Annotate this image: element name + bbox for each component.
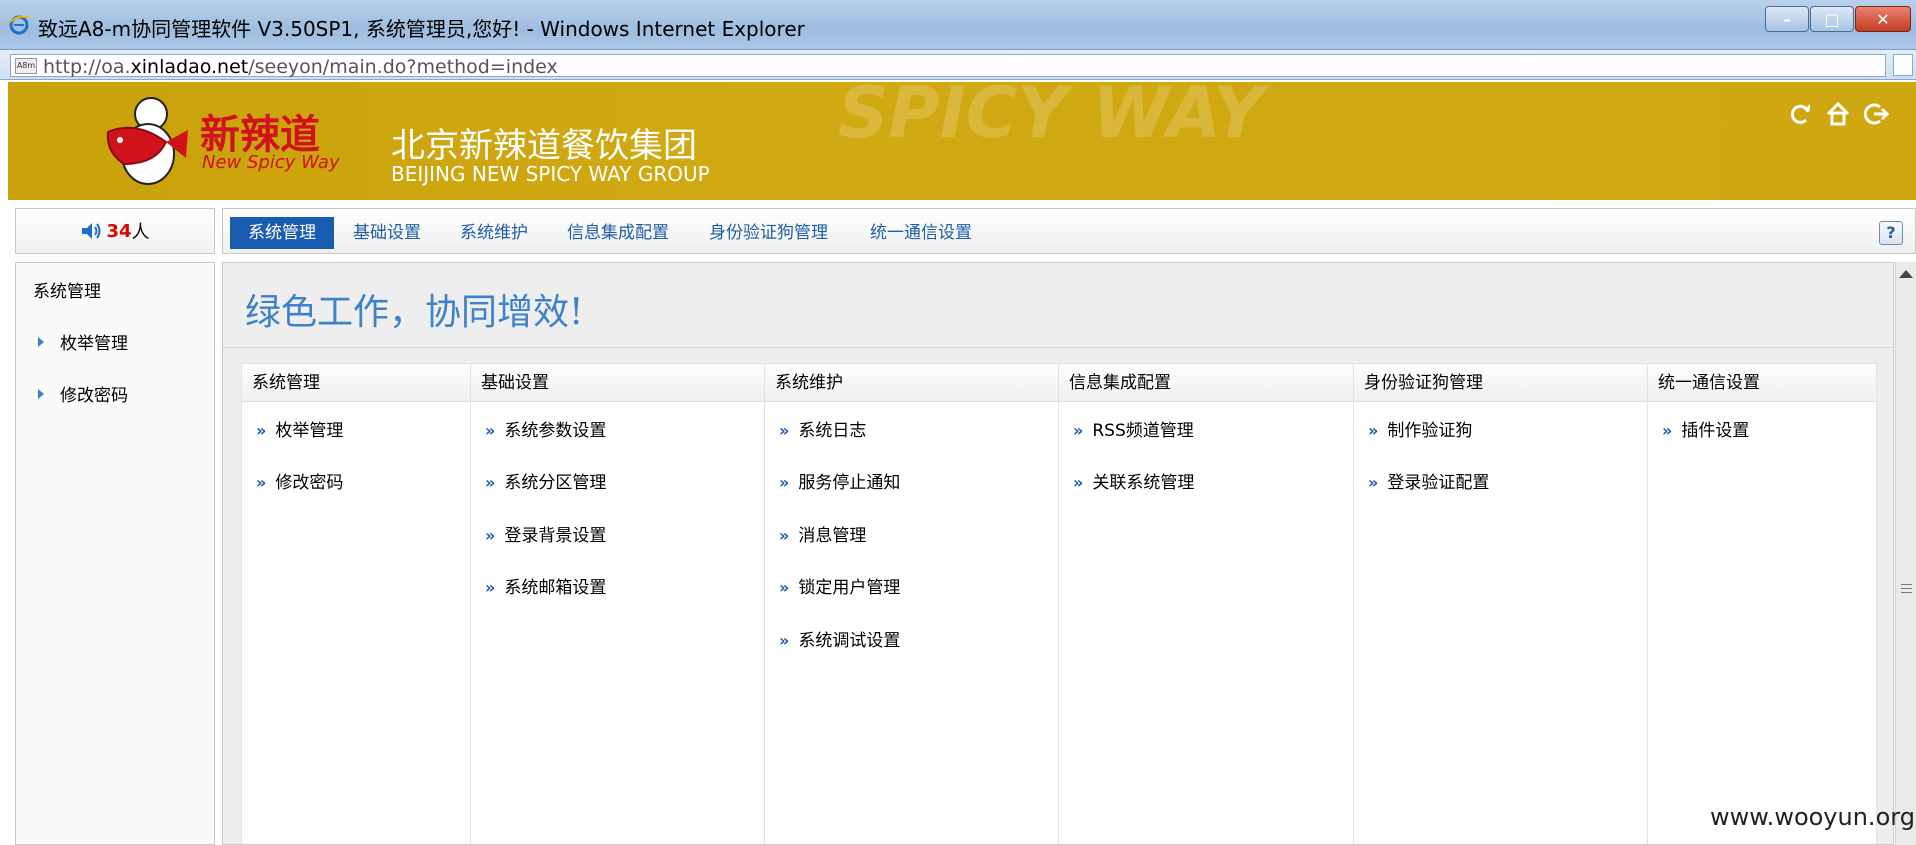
home-icon[interactable] (1824, 100, 1852, 128)
favicon-icon: A8m (15, 58, 37, 74)
compat-view-button[interactable] (1893, 54, 1913, 76)
function-grid: 系统管理 » 枚举管理 » 修改密码 基础设置 » 系统参数设置 » 系统分区管理 » 登… (241, 363, 1877, 844)
online-count: 34 (106, 220, 132, 242)
column-basic-settings: 基础设置 » 系统参数设置 » 系统分区管理 » 登录背景设置 » 系统邮箱设置 (471, 364, 765, 844)
column-header: 统一通信设置 (1648, 364, 1876, 402)
sidebar: 系统管理 枚举管理 修改密码 (15, 262, 215, 845)
sidebar-title: 系统管理 (33, 282, 101, 302)
link-debug-settings[interactable]: » 系统调试设置 (779, 626, 900, 651)
tab-system-maintenance[interactable]: 系统维护 (460, 217, 528, 249)
logo-mascot-icon (106, 97, 188, 185)
column-header: 基础设置 (471, 364, 764, 402)
tab-auth-dongle[interactable]: 身份验证狗管理 (709, 217, 828, 249)
column-header: 系统管理 (242, 364, 470, 402)
link-rss-channels[interactable]: » RSS频道管理 (1073, 416, 1194, 441)
link-change-password[interactable]: » 修改密码 (256, 468, 343, 493)
online-unit: 人 (131, 222, 150, 243)
watermark: www.wooyun.org (1710, 803, 1915, 831)
column-header: 信息集成配置 (1059, 364, 1353, 402)
link-system-mailbox[interactable]: » 系统邮箱设置 (485, 573, 606, 598)
link-service-stop-notice[interactable]: » 服务停止通知 (779, 468, 900, 493)
minimize-button[interactable]: – (1765, 6, 1809, 32)
link-login-background[interactable]: » 登录背景设置 (485, 521, 606, 546)
double-chevron-icon: » (256, 421, 266, 440)
double-chevron-icon: » (779, 631, 789, 650)
double-chevron-icon: » (1073, 421, 1083, 440)
double-chevron-icon: » (1662, 421, 1672, 440)
tab-system-management[interactable]: 系统管理 (230, 217, 334, 249)
url-text[interactable]: http://oa.xinladao.net/seeyon/main.do?me… (43, 56, 558, 78)
link-message-management[interactable]: » 消息管理 (779, 521, 866, 546)
column-system-management: 系统管理 » 枚举管理 » 修改密码 (242, 364, 471, 844)
speaker-icon (82, 223, 101, 239)
double-chevron-icon: » (779, 473, 789, 492)
window-title-bar: 致远A8-m协同管理软件 V3.50SP1, 系统管理员,您好! - Windo… (0, 0, 1916, 50)
online-users[interactable]: 34 人 (15, 208, 215, 254)
link-locked-users[interactable]: » 锁定用户管理 (779, 573, 900, 598)
double-chevron-icon: » (779, 526, 789, 545)
double-chevron-icon: » (779, 578, 789, 597)
column-auth-dongle: 身份验证狗管理 » 制作验证狗 » 登录验证配置 (1354, 364, 1648, 844)
banner-decoration: SPICY WAY (838, 82, 1264, 154)
link-login-auth-config[interactable]: » 登录验证配置 (1368, 468, 1489, 493)
sidebar-item-change-password[interactable]: 修改密码 (38, 381, 128, 406)
double-chevron-icon: » (485, 421, 495, 440)
double-chevron-icon: » (256, 473, 266, 492)
double-chevron-icon: » (1073, 473, 1083, 492)
logout-icon[interactable] (1862, 100, 1890, 128)
double-chevron-icon: » (485, 473, 495, 492)
link-related-systems[interactable]: » 关联系统管理 (1073, 468, 1194, 493)
refresh-icon[interactable] (1786, 100, 1814, 128)
top-navigation: 系统管理 基础设置 系统维护 信息集成配置 身份验证狗管理 统一通信设置 ? (222, 208, 1916, 254)
help-button[interactable]: ? (1879, 221, 1903, 245)
maximize-button[interactable]: □ (1810, 6, 1854, 32)
address-bar: A8m http://oa.xinladao.net/seeyon/main.d… (0, 50, 1916, 80)
url-field[interactable]: A8m http://oa.xinladao.net/seeyon/main.d… (10, 54, 1886, 78)
company-name-cn: 北京新辣道餐饮集团 (391, 126, 697, 166)
slogan: 绿色工作，协同增效! (245, 292, 584, 333)
double-chevron-icon: » (1368, 473, 1378, 492)
company-name-en: BEIJING NEW SPICY WAY GROUP (391, 162, 710, 186)
link-system-params[interactable]: » 系统参数设置 (485, 416, 606, 441)
tab-info-integration[interactable]: 信息集成配置 (567, 217, 669, 249)
close-button[interactable]: ✕ (1855, 6, 1911, 32)
link-plugin-settings[interactable]: » 插件设置 (1662, 416, 1749, 441)
scroll-up-icon[interactable] (1899, 270, 1913, 278)
divider (223, 347, 1893, 348)
double-chevron-icon: » (1368, 421, 1378, 440)
column-header: 系统维护 (765, 364, 1058, 402)
link-enum-management[interactable]: » 枚举管理 (256, 416, 343, 441)
link-make-dongle[interactable]: » 制作验证狗 (1368, 416, 1472, 441)
close-icon: ✕ (1876, 9, 1890, 29)
column-system-maintenance: 系统维护 » 系统日志 » 服务停止通知 » 消息管理 » 锁定用户管理 » 系统调试设置 (765, 364, 1059, 844)
link-system-log[interactable]: » 系统日志 (779, 416, 866, 441)
header-banner: SPICY WAY 新辣道 New Spicy Way 北京新辣道餐饮集团 BE… (8, 82, 1916, 200)
double-chevron-icon: » (779, 421, 789, 440)
scroll-grip-icon[interactable] (1901, 584, 1912, 596)
vertical-scrollbar[interactable] (1895, 262, 1916, 845)
link-partition-management[interactable]: » 系统分区管理 (485, 468, 606, 493)
column-header: 身份验证狗管理 (1354, 364, 1647, 402)
double-chevron-icon: » (485, 578, 495, 597)
tab-unified-communication[interactable]: 统一通信设置 (870, 217, 972, 249)
main-content: 绿色工作，协同增效! 系统管理 » 枚举管理 » 修改密码 基础设置 » 系统参数设置… (222, 262, 1894, 845)
minimize-icon: – (1783, 9, 1791, 29)
tab-basic-settings[interactable]: 基础设置 (353, 217, 421, 249)
column-unified-communication: 统一通信设置 » 插件设置 (1648, 364, 1876, 844)
triangle-icon (38, 389, 44, 399)
logo-english: New Spicy Way (202, 152, 340, 173)
sidebar-item-enum-management[interactable]: 枚举管理 (38, 329, 128, 354)
double-chevron-icon: » (485, 526, 495, 545)
triangle-icon (38, 337, 44, 347)
ie-icon (9, 15, 30, 35)
window-title: 致远A8-m协同管理软件 V3.50SP1, 系统管理员,您好! - Windo… (38, 17, 805, 41)
maximize-icon: □ (1824, 9, 1840, 29)
column-info-integration: 信息集成配置 » RSS频道管理 » 关联系统管理 (1059, 364, 1354, 844)
